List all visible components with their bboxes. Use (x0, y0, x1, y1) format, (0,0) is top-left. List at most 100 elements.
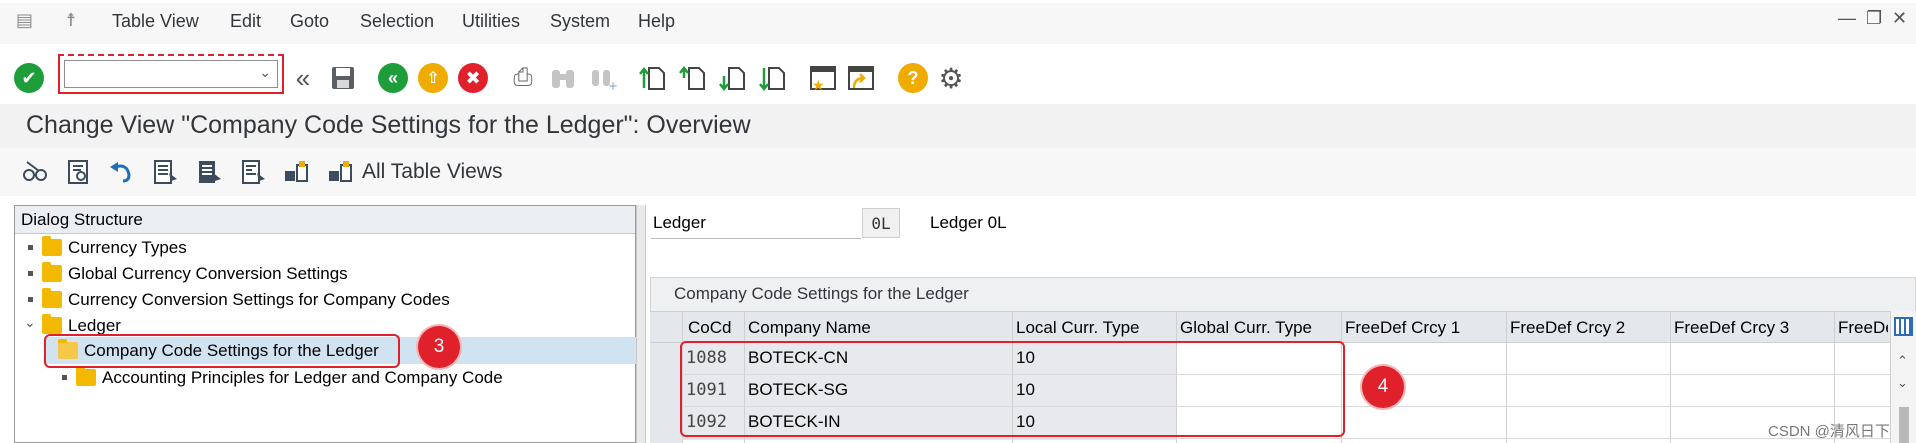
minimize-icon[interactable]: — (1838, 8, 1856, 29)
row-selector-column (650, 343, 682, 443)
next-page-button[interactable] (718, 63, 748, 93)
scroll-up-icon[interactable]: ⌃ (1897, 353, 1908, 369)
scroll-down-icon[interactable]: ⌄ (1897, 375, 1908, 391)
panel-splitter[interactable] (636, 205, 646, 443)
menu-p-icon[interactable]: ☨ (66, 10, 76, 31)
column-header-local-curr-type[interactable]: Local Curr. Type (1016, 318, 1176, 338)
folder-icon (42, 288, 62, 308)
tree-item-label: Currency Types (68, 238, 187, 257)
watermark-text: CSDN @清风日下 (1768, 423, 1890, 440)
help-icon: ? (898, 63, 928, 93)
display-button[interactable] (64, 158, 94, 186)
ledger-field[interactable]: 0L (862, 208, 900, 238)
menu-table-view[interactable]: Table View (112, 11, 199, 32)
display-change-button[interactable] (20, 158, 50, 186)
document-deselect-icon (242, 160, 265, 184)
column-header-freedef-crcy-2[interactable]: FreeDef Crcy 2 (1510, 318, 1670, 338)
callout-badge-4: 4 (1362, 366, 1404, 408)
save-icon (332, 67, 354, 89)
tree-callout-box (44, 334, 400, 368)
enter-button[interactable]: ✔ (14, 63, 44, 93)
tree-bullet (28, 245, 33, 250)
previous-page-button[interactable] (678, 63, 708, 93)
document-list-icon (154, 160, 177, 184)
callout-badge-3: 3 (418, 326, 460, 368)
menu-bar (0, 0, 1916, 44)
undo-icon (110, 162, 131, 183)
menu-utilities[interactable]: Utilities (462, 11, 520, 32)
glasses-doc-icon (68, 160, 88, 184)
tree-item-label: Accounting Principles for Ledger and Com… (102, 368, 503, 387)
transport-button[interactable] (282, 158, 312, 186)
close-window-icon[interactable]: ✕ (1892, 8, 1907, 29)
previous-page-icon (679, 65, 705, 90)
menu-goto[interactable]: Goto (290, 11, 329, 32)
column-header-freedef-crcy-3[interactable]: FreeDef Crcy 3 (1674, 318, 1834, 338)
select-all-button[interactable] (150, 158, 180, 186)
double-up-icon: ⇧ (418, 63, 448, 93)
column-header-global-curr-type[interactable]: Global Curr. Type (1180, 318, 1340, 338)
column-settings-icon[interactable] (1894, 317, 1913, 336)
last-page-icon (759, 67, 785, 92)
back-history-button[interactable]: « (288, 63, 318, 93)
column-divider (1670, 311, 1671, 443)
double-left-icon: « (378, 63, 408, 93)
column-header-freedef-crcy-1[interactable]: FreeDef Crcy 1 (1345, 318, 1505, 338)
table-callout-box (680, 341, 1345, 437)
column-header-company-name[interactable]: Company Name (748, 318, 1012, 338)
menu-selection[interactable]: Selection (360, 11, 434, 32)
command-field[interactable]: ⌄ (64, 60, 278, 88)
back-button[interactable]: « (378, 63, 408, 93)
column-header-cocd[interactable]: CoCd (688, 318, 744, 338)
folder-icon (42, 314, 62, 334)
column-header-freedef-crcy-4[interactable]: FreeDe (1838, 318, 1888, 338)
cancel-icon: ✖ (458, 63, 488, 93)
document-select-icon (199, 161, 221, 183)
chevron-down-icon[interactable]: ⌄ (259, 64, 271, 81)
menu-logout-icon[interactable]: ▤ (16, 10, 33, 31)
save-button[interactable] (328, 63, 358, 93)
vertical-scrollbar[interactable]: ⌃ ⌄ (1890, 311, 1916, 443)
tree-item-label: Ledger (68, 316, 121, 335)
exit-button[interactable]: ⇧ (418, 63, 448, 93)
menu-edit[interactable]: Edit (230, 11, 261, 32)
binoculars-plus-icon: + (592, 70, 617, 91)
find-next-button[interactable]: + (588, 63, 618, 93)
deselect-all-button[interactable] (238, 158, 268, 186)
command-field-highlight: ⌄ (58, 54, 284, 94)
first-page-icon (639, 66, 665, 90)
table-title: Company Code Settings for the Ledger (674, 284, 969, 303)
page-title: Change View "Company Code Settings for t… (26, 111, 751, 139)
binoculars-icon (552, 70, 574, 88)
last-page-button[interactable] (758, 63, 788, 93)
undo-button[interactable] (106, 158, 136, 186)
menu-help[interactable]: Help (638, 11, 675, 32)
glasses-pencil-icon (23, 161, 47, 181)
shortcut-icon (848, 66, 874, 90)
scroll-thumb[interactable] (1899, 407, 1909, 443)
shortcut-button[interactable] (846, 63, 876, 93)
first-page-button[interactable] (638, 63, 668, 93)
customize-button[interactable]: ⚙ (936, 63, 966, 94)
cancel-button[interactable]: ✖ (458, 63, 488, 93)
tree-bullet (62, 375, 67, 380)
tree-bullet (28, 297, 33, 302)
next-page-icon (719, 67, 745, 92)
all-table-views-icon-button[interactable] (326, 158, 356, 186)
row-divider (682, 438, 1896, 439)
help-button[interactable]: ? (898, 63, 928, 93)
find-button[interactable] (548, 63, 578, 93)
tree-item-label: Currency Conversion Settings for Company… (68, 290, 450, 309)
folder-icon (42, 262, 62, 282)
print-button[interactable]: ⎙ (508, 63, 538, 93)
expand-chevron-icon[interactable]: ⌄ (24, 314, 36, 331)
folder-icon (76, 366, 96, 386)
create-session-button[interactable]: ★ (808, 63, 838, 93)
truck-icon (285, 161, 308, 182)
all-table-views-button[interactable]: All Table Views (362, 160, 502, 184)
folder-icon (42, 236, 62, 256)
new-session-icon: ★ (810, 66, 836, 92)
restore-icon[interactable]: ❐ (1866, 8, 1882, 29)
menu-system[interactable]: System (550, 11, 610, 32)
select-block-button[interactable] (194, 158, 224, 186)
